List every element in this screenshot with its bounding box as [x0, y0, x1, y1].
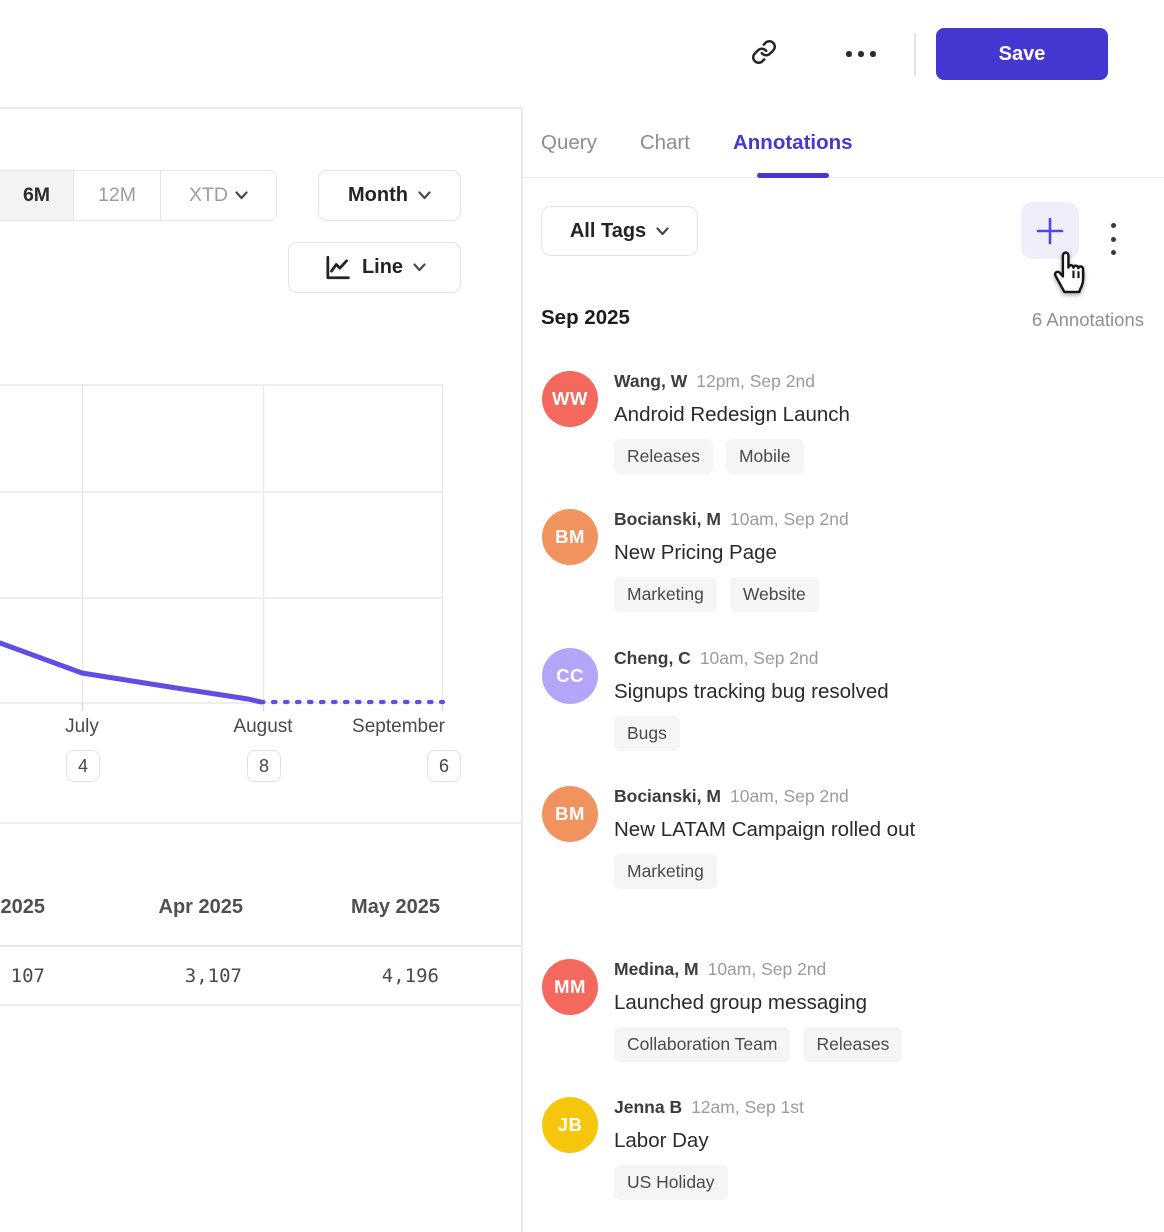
tab-query[interactable]: Query — [541, 108, 597, 178]
annotation-timestamp: 10am, Sep 2nd — [708, 959, 827, 980]
avatar: JB — [542, 1097, 598, 1153]
annotation-author: Bocianski, M — [614, 786, 721, 807]
annotation-title: Launched group messaging — [614, 988, 944, 1018]
annotation-author: Cheng, C — [614, 648, 691, 669]
avatar: BM — [542, 509, 598, 565]
annotation-author: Medina, M — [614, 959, 699, 980]
annotation-tag[interactable]: Bugs — [614, 716, 680, 751]
annotation-tag[interactable]: Releases — [614, 439, 713, 474]
x-tick-august: August — [213, 716, 313, 738]
annotation-tag[interactable]: Marketing — [614, 577, 717, 612]
analytics-app: Save Query Chart Annotations 6M 12M XTD … — [0, 0, 1164, 1232]
chevron-down-icon — [656, 227, 669, 236]
annotation-count-badge-july[interactable]: 4 — [66, 750, 100, 782]
table-value-may: 4,196 — [269, 965, 439, 987]
active-tab-underline — [757, 173, 829, 178]
avatar: WW — [542, 371, 598, 427]
avatar: MM — [542, 959, 598, 1015]
range-6m-button[interactable]: 6M — [0, 170, 74, 221]
annotation-tag[interactable]: Website — [730, 577, 819, 612]
panel-tabs: Query Chart Annotations — [522, 108, 1164, 178]
annotation-timestamp: 10am, Sep 2nd — [700, 648, 819, 669]
annotation-tag[interactable]: Collaboration Team — [614, 1027, 790, 1062]
chart-gridlines — [0, 385, 443, 703]
add-annotation-button[interactable] — [1021, 202, 1079, 259]
plus-icon — [1036, 217, 1064, 245]
more-options-button[interactable] — [840, 34, 882, 74]
annotation-count-label: 6 Annotations — [844, 309, 1144, 331]
save-button[interactable]: Save — [936, 28, 1108, 80]
annotation-tag[interactable]: Marketing — [614, 854, 717, 889]
annotation-count-badge-september[interactable]: 6 — [427, 750, 461, 782]
annotation-tag[interactable]: Mobile — [726, 439, 804, 474]
chart-type-dropdown[interactable]: Line — [288, 242, 461, 293]
trend-line-chart[interactable] — [0, 370, 521, 720]
axis-ticks — [83, 703, 443, 711]
annotation-timestamp: 10am, Sep 2nd — [730, 786, 849, 807]
granularity-dropdown[interactable]: Month — [318, 170, 461, 221]
annotation-title: New Pricing Page — [614, 538, 944, 568]
date-range-toggle: 6M 12M XTD — [0, 170, 277, 221]
annotation-author: Wang, W — [614, 371, 687, 392]
table-border — [0, 822, 521, 824]
table-header-apr: Apr 2025 — [73, 896, 243, 919]
range-12m-button[interactable]: 12M — [74, 170, 161, 221]
table-value-apr: 3,107 — [72, 965, 242, 987]
chevron-down-icon — [235, 191, 248, 200]
header-separator — [914, 33, 916, 76]
annotation-author: Bocianski, M — [614, 509, 721, 530]
line-chart-icon — [323, 253, 352, 282]
table-value-mar: 107 — [0, 965, 45, 987]
annotation-title: Labor Day — [614, 1126, 944, 1156]
annotation-timestamp: 12pm, Sep 2nd — [696, 371, 815, 392]
chevron-down-icon — [418, 191, 431, 200]
kebab-icon — [1111, 223, 1116, 255]
annotation-title: New LATAM Campaign rolled out — [614, 815, 944, 845]
ellipsis-icon — [846, 51, 876, 57]
tab-annotations[interactable]: Annotations — [733, 108, 853, 178]
avatar: BM — [542, 786, 598, 842]
annotation-tag[interactable]: Releases — [803, 1027, 902, 1062]
link-icon — [751, 39, 777, 70]
annotation-author: Jenna B — [614, 1097, 682, 1118]
table-header-mar: 2025 — [0, 896, 45, 919]
tag-filter-dropdown[interactable]: All Tags — [541, 206, 698, 256]
annotation-count-badge-august[interactable]: 8 — [247, 750, 281, 782]
range-xtd-button[interactable]: XTD — [161, 170, 277, 221]
copy-link-button[interactable] — [744, 34, 784, 74]
annotation-timestamp: 12am, Sep 1st — [691, 1097, 804, 1118]
annotations-menu-button[interactable] — [1100, 214, 1126, 264]
annotation-title: Android Redesign Launch — [614, 400, 944, 430]
annotation-title: Signups tracking bug resolved — [614, 677, 944, 707]
annotation-tag[interactable]: US Holiday — [614, 1165, 728, 1200]
panel-divider — [521, 108, 523, 1232]
month-group-header: Sep 2025 — [541, 306, 630, 330]
x-tick-july: July — [42, 716, 122, 738]
tab-chart[interactable]: Chart — [640, 108, 690, 178]
trend-line-series — [0, 643, 443, 702]
annotation-timestamp: 10am, Sep 2nd — [730, 509, 849, 530]
header-divider — [0, 107, 522, 109]
chevron-down-icon — [413, 263, 426, 272]
table-header-may: May 2025 — [270, 896, 440, 919]
table-border — [0, 1004, 521, 1006]
avatar: CC — [542, 648, 598, 704]
x-tick-september: September — [330, 716, 445, 738]
table-border — [0, 945, 521, 947]
